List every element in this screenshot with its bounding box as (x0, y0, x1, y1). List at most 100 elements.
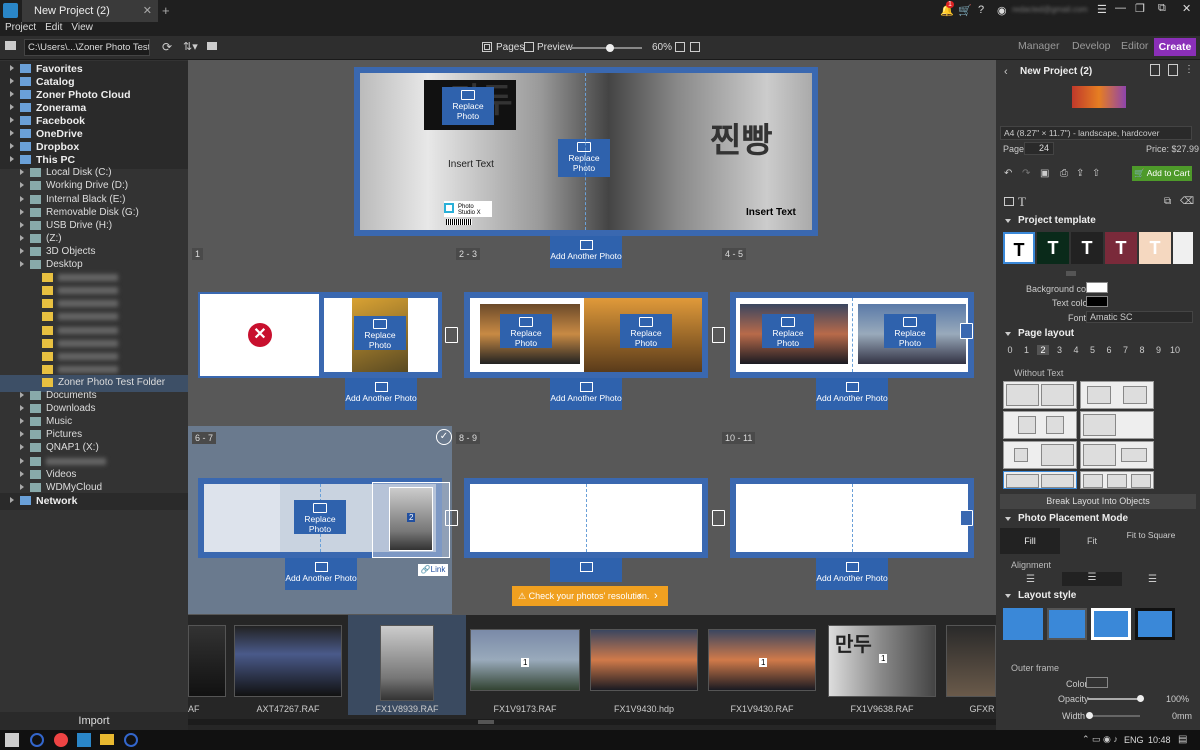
background-color-swatch[interactable] (1086, 282, 1108, 293)
dragged-photo[interactable]: 2 (372, 482, 450, 558)
layout-count-tab[interactable]: 8 (1136, 345, 1148, 355)
template-white[interactable]: T (1003, 232, 1035, 264)
replace-photo-button[interactable]: Replace Photo (354, 316, 406, 350)
warning-prev-icon[interactable]: ‹ (638, 586, 642, 606)
sidebar-item[interactable]: Network (0, 492, 188, 510)
taskbar-app-icon[interactable] (30, 733, 44, 747)
thumbnail[interactable]: 만두 1 (828, 625, 936, 697)
style-thumb[interactable] (1135, 608, 1175, 640)
expand-icon[interactable] (10, 156, 14, 163)
align-right-icon[interactable]: ☰ (1148, 574, 1157, 585)
link-button[interactable]: 🔗Link (418, 564, 448, 576)
page-layout-header[interactable]: Page layout (996, 328, 1200, 343)
expand-icon[interactable] (10, 143, 14, 150)
layers-icon[interactable]: ⧉ (1164, 196, 1171, 207)
format-select[interactable]: A4 (8.27" × 11.7") - landscape, hardcove… (1000, 126, 1192, 140)
insert-text-left[interactable]: Insert Text (448, 159, 494, 170)
replace-photo-button[interactable]: Replace Photo (442, 87, 494, 125)
placement-mode-header[interactable]: Photo Placement Mode (996, 513, 1200, 528)
template-light[interactable] (1173, 232, 1193, 264)
thumbnail[interactable] (234, 625, 342, 697)
cover-spread[interactable]: 만두 찐빵 Replace Photo Replace Photo Insert… (354, 67, 818, 236)
expand-icon[interactable] (20, 483, 24, 490)
expand-icon[interactable] (20, 247, 24, 254)
selected-check-icon[interactable]: ✓ (436, 429, 452, 445)
zoner-icon[interactable] (77, 733, 91, 747)
style-thumb[interactable] (1091, 608, 1131, 640)
minimize-icon[interactable]: — (1115, 2, 1126, 14)
create-button[interactable]: Create (1154, 38, 1196, 56)
layout-count-tab[interactable]: 10 (1169, 345, 1181, 355)
pages-canvas[interactable]: 만두 찐빵 Replace Photo Replace Photo Insert… (188, 60, 996, 615)
browser-icon[interactable] (54, 733, 68, 747)
fill-button[interactable]: Fill (1000, 528, 1060, 554)
folder-icon[interactable] (5, 41, 16, 50)
warning-next-icon[interactable]: › (654, 586, 658, 606)
expand-icon[interactable] (20, 457, 24, 464)
add-page-icon[interactable] (445, 510, 458, 526)
layout-count-tab[interactable]: 6 (1103, 345, 1115, 355)
fit-icon[interactable] (675, 42, 685, 52)
menu-project[interactable]: Project (5, 22, 36, 33)
fit-button[interactable]: Fit (1062, 528, 1122, 554)
undo-icon[interactable]: ↶ (1004, 168, 1012, 179)
pages-2-3[interactable]: Replace Photo Replace Photo (470, 298, 702, 372)
more-icon[interactable]: ⋮ (1184, 64, 1194, 75)
menu-icon[interactable]: ☰ (1097, 3, 1107, 16)
opacity-slider[interactable] (1088, 698, 1140, 700)
layout-count-tab[interactable]: 4 (1070, 345, 1082, 355)
add-page-icon[interactable] (712, 510, 725, 526)
redo-icon[interactable]: ↷ (1022, 168, 1030, 179)
spread-4-5[interactable]: Replace Photo Replace Photo (730, 292, 974, 378)
print-icon[interactable]: ⎙ (1060, 168, 1068, 179)
pages-stepper[interactable]: 24 (1024, 142, 1054, 155)
tray-icons[interactable]: ⌃ ▭ ◉ ♪ (1082, 734, 1118, 745)
cover-photo[interactable]: 만두 찐빵 Replace Photo Replace Photo Insert… (360, 73, 812, 230)
taskbar-app-icon[interactable] (124, 733, 138, 747)
start-icon[interactable] (5, 733, 19, 747)
filmstrip-scroll-thumb[interactable] (478, 720, 494, 724)
share-icon[interactable]: ⇪ (1076, 168, 1084, 179)
cart-icon[interactable]: 🛒 (958, 4, 972, 17)
layout-thumb[interactable] (1003, 471, 1077, 489)
width-handle[interactable] (1086, 712, 1093, 719)
filmstrip-scrollbar[interactable] (188, 719, 996, 725)
spread-8-9[interactable] (464, 478, 708, 558)
expand-icon[interactable] (20, 392, 24, 398)
expand-icon[interactable] (20, 470, 24, 477)
import-button[interactable]: Import (0, 712, 188, 730)
explorer-icon[interactable] (100, 734, 114, 745)
text-color-swatch[interactable] (1086, 296, 1108, 307)
replace-photo-button[interactable]: Replace Photo (558, 139, 610, 177)
layout-style-header[interactable]: Layout style (996, 590, 1200, 605)
help-icon[interactable]: ? (978, 4, 984, 16)
empty-frame[interactable] (204, 484, 280, 552)
layout-thumb[interactable] (1080, 441, 1154, 469)
add-page-icon[interactable] (960, 323, 973, 339)
expand-icon[interactable] (20, 221, 24, 228)
thumbnail[interactable] (946, 625, 996, 697)
filmstrip[interactable]: 1 1 만두 1 AF AXT47267.RAF FX1V8939.RAF FX1… (188, 615, 996, 730)
expand-icon[interactable] (10, 496, 14, 503)
fullscreen-icon[interactable] (690, 42, 700, 52)
expand-icon[interactable] (10, 64, 14, 71)
expand-icon[interactable] (20, 208, 24, 215)
layout-count-tab[interactable]: 2 (1037, 345, 1049, 355)
project-export-icon[interactable] (1168, 64, 1178, 76)
sort-icon[interactable]: ⇅▾ (183, 40, 198, 53)
remove-icon[interactable]: ✕ (248, 323, 272, 347)
layout-count-tab[interactable]: 5 (1087, 345, 1099, 355)
frame-color-swatch[interactable] (1086, 677, 1108, 688)
expand-icon[interactable] (20, 418, 24, 425)
replace-photo-button[interactable]: Replace Photo (620, 314, 672, 348)
expand-icon[interactable] (20, 261, 24, 267)
pages-button[interactable]: Pages (496, 42, 524, 53)
add-photo-button[interactable]: Add Another Photo (816, 558, 888, 590)
layout-thumb[interactable] (1003, 381, 1077, 409)
add-photo-button[interactable]: Add Another Photo (285, 558, 357, 590)
expand-icon[interactable] (20, 234, 24, 241)
add-photo-button[interactable]: Add Another Photo (550, 236, 622, 268)
add-page-icon[interactable] (445, 327, 458, 343)
image-tool-icon[interactable] (1004, 197, 1014, 206)
layout-thumb[interactable] (1080, 471, 1154, 489)
